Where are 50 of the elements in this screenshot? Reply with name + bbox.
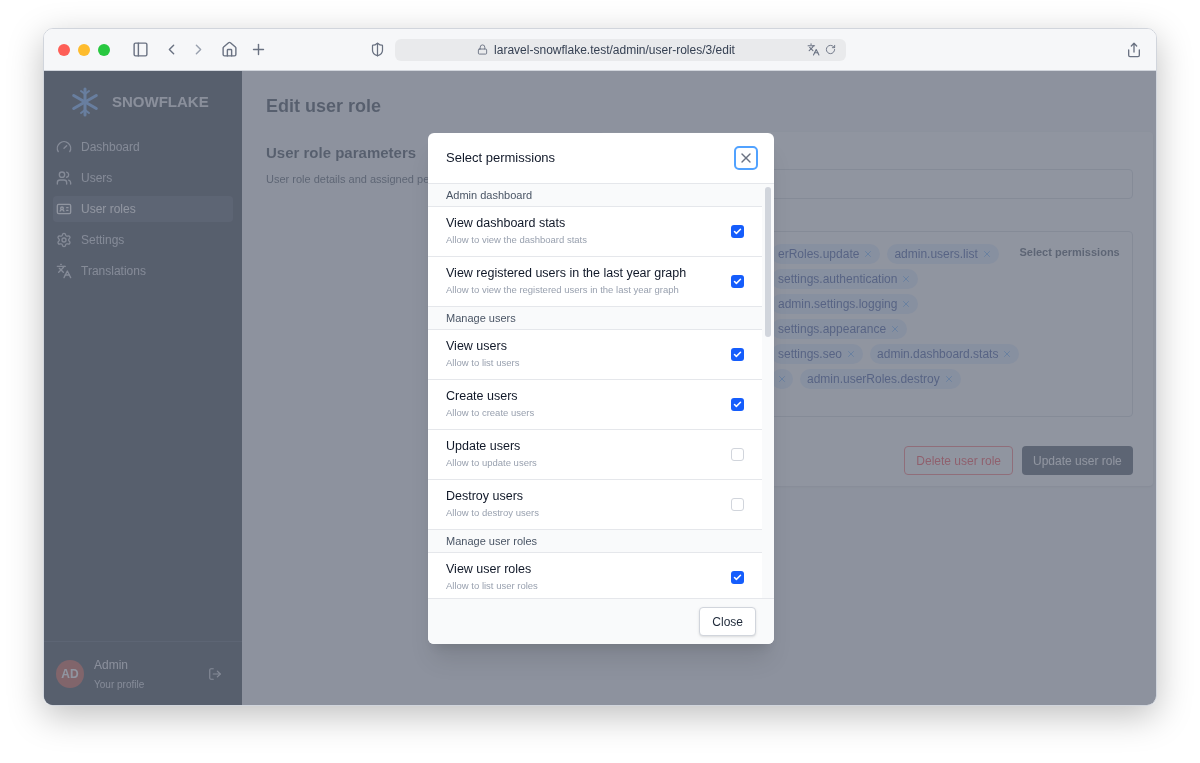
permission-row[interactable]: Update users Allow to update users bbox=[428, 430, 762, 480]
permission-label: Create users bbox=[446, 388, 519, 404]
reload-icon[interactable] bbox=[825, 44, 836, 55]
translate-icon[interactable] bbox=[807, 43, 820, 56]
permission-label: Destroy users bbox=[446, 488, 525, 504]
checkbox[interactable] bbox=[731, 225, 744, 238]
group-title: Manage user roles bbox=[446, 533, 538, 549]
check-icon bbox=[733, 400, 742, 409]
home-icon[interactable] bbox=[221, 41, 238, 58]
check-icon bbox=[733, 227, 742, 236]
permission-description: Allow to update users bbox=[446, 455, 538, 470]
permission-label: View user roles bbox=[446, 561, 533, 577]
checkbox[interactable] bbox=[731, 498, 744, 511]
maximize-window-icon[interactable] bbox=[98, 43, 110, 56]
permission-row[interactable]: View dashboard stats Allow to view the dashboard stats bbox=[428, 207, 762, 257]
permission-description: Allow to create users bbox=[446, 405, 536, 420]
share-icon[interactable] bbox=[1126, 41, 1142, 58]
lock-icon bbox=[477, 44, 489, 55]
checkbox[interactable] bbox=[731, 448, 744, 461]
permission-description: Allow to list user roles bbox=[446, 578, 539, 593]
permission-label: View registered users in the last year graph bbox=[446, 265, 688, 281]
permission-row[interactable]: Create users Allow to create users bbox=[428, 380, 762, 430]
dialog-title: Select permissions bbox=[446, 149, 556, 168]
scrollbar-thumb[interactable] bbox=[765, 187, 771, 337]
check-icon bbox=[733, 350, 742, 359]
permission-description: Allow to list users bbox=[446, 355, 521, 370]
permission-label: View users bbox=[446, 338, 508, 354]
group-title: Manage users bbox=[446, 310, 516, 326]
new-tab-icon[interactable] bbox=[250, 41, 267, 58]
url-text: laravel-snowflake.test/admin/user-roles/3/edit bbox=[494, 41, 735, 59]
permission-label: View dashboard stats bbox=[446, 215, 567, 231]
group-title: Admin dashboard bbox=[446, 187, 533, 203]
checkbox[interactable] bbox=[731, 398, 744, 411]
close-window-icon[interactable] bbox=[58, 43, 70, 56]
checkbox[interactable] bbox=[731, 571, 744, 584]
close-dialog-button[interactable]: Close bbox=[699, 607, 756, 636]
shield-icon[interactable] bbox=[370, 42, 385, 57]
check-icon bbox=[733, 573, 742, 582]
address-bar[interactable]: laravel-snowflake.test/admin/user-roles/3/edit bbox=[395, 38, 846, 61]
permission-label: Update users bbox=[446, 438, 522, 454]
close-button[interactable] bbox=[734, 146, 758, 170]
minimize-window-icon[interactable] bbox=[78, 43, 90, 56]
check-icon bbox=[733, 277, 742, 286]
permission-description: Allow to view the registered users in the last year graph bbox=[446, 282, 680, 297]
permission-description: Allow to view the dashboard stats bbox=[446, 232, 588, 247]
checkbox[interactable] bbox=[731, 348, 744, 361]
permission-description: Allow to destroy users bbox=[446, 505, 540, 520]
checkbox[interactable] bbox=[731, 275, 744, 288]
permission-row[interactable]: View users Allow to list users bbox=[428, 330, 762, 380]
sidebar-toggle-icon[interactable] bbox=[132, 41, 149, 58]
